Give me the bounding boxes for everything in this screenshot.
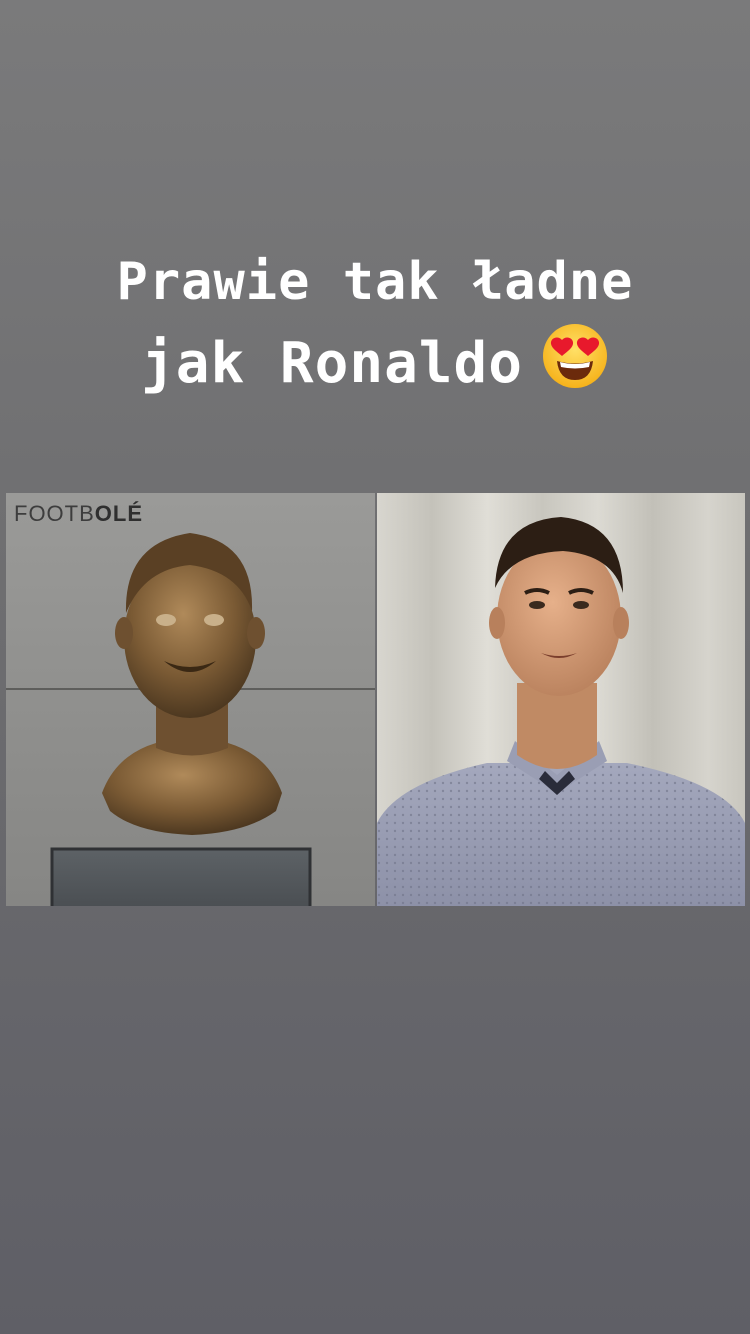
person-photo bbox=[377, 493, 745, 906]
footbole-watermark: FOOTBOLÉ bbox=[14, 501, 144, 526]
bust-photo: FOOTBOLÉ bbox=[6, 493, 375, 906]
caption-line-2: jak Ronaldo bbox=[0, 324, 750, 406]
photo-collage: FOOTBOLÉ bbox=[6, 493, 745, 906]
caption-text-1: Prawie tak ładne bbox=[116, 252, 634, 312]
caption-line-1: Prawie tak ładne bbox=[0, 256, 750, 308]
caption-text-2: jak Ronaldo bbox=[141, 331, 523, 397]
story-view: Prawie tak ładne jak Ronaldo FOOTBOLÉ bbox=[0, 0, 750, 1334]
heart-eyes-emoji-icon bbox=[541, 322, 609, 400]
